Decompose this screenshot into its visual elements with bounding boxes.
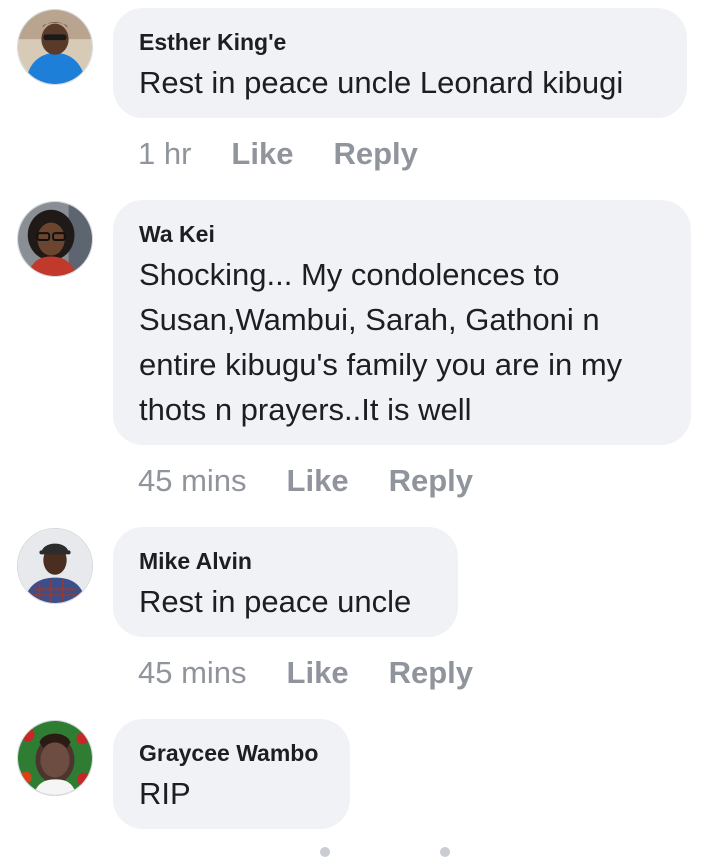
comment-actions: 45 mins Like Reply bbox=[138, 461, 513, 501]
avatar-graycee-wambo[interactable] bbox=[17, 720, 93, 796]
avatar-wa-kei[interactable] bbox=[17, 201, 93, 277]
reply-button[interactable]: Reply bbox=[333, 134, 417, 174]
profile-photo-icon bbox=[18, 10, 92, 84]
avatar-mike-alvin[interactable] bbox=[17, 528, 93, 604]
comment-text: RIP bbox=[139, 776, 191, 811]
like-button[interactable]: Like bbox=[231, 134, 293, 174]
comment-author[interactable]: Mike Alvin bbox=[139, 547, 432, 575]
comment-author[interactable]: Graycee Wambo bbox=[139, 739, 324, 767]
profile-photo-icon bbox=[18, 529, 92, 603]
partial-glyph bbox=[320, 847, 330, 857]
comment-text: Shocking... My condolences to Susan,Wamb… bbox=[139, 257, 623, 427]
like-button[interactable]: Like bbox=[287, 653, 349, 693]
profile-photo-icon bbox=[18, 202, 92, 276]
comment-bubble: Wa Kei Shocking... My condolences to Sus… bbox=[113, 200, 691, 445]
like-button[interactable]: Like bbox=[287, 461, 349, 501]
comment-bubble: Graycee Wambo RIP bbox=[113, 719, 350, 829]
comment-text: Rest in peace uncle bbox=[139, 584, 412, 619]
comment-actions: 1 hr Like Reply bbox=[138, 134, 458, 174]
comment-actions: 45 mins Like Reply bbox=[138, 653, 513, 693]
comment-author[interactable]: Esther King'e bbox=[139, 28, 661, 56]
comment-timestamp[interactable]: 45 mins bbox=[138, 653, 247, 693]
comment-bubble: Esther King'e Rest in peace uncle Leonar… bbox=[113, 8, 687, 118]
comment-author[interactable]: Wa Kei bbox=[139, 220, 665, 248]
reply-button[interactable]: Reply bbox=[389, 461, 473, 501]
next-comment-edge bbox=[290, 843, 480, 857]
avatar-esther[interactable] bbox=[17, 9, 93, 85]
reply-button[interactable]: Reply bbox=[389, 653, 473, 693]
comment-bubble: Mike Alvin Rest in peace uncle bbox=[113, 527, 458, 637]
comment-text: Rest in peace uncle Leonard kibugi bbox=[139, 65, 624, 100]
comment-timestamp[interactable]: 1 hr bbox=[138, 134, 191, 174]
partial-glyph bbox=[440, 847, 450, 857]
profile-photo-icon bbox=[18, 721, 92, 795]
comment-timestamp[interactable]: 45 mins bbox=[138, 461, 247, 501]
